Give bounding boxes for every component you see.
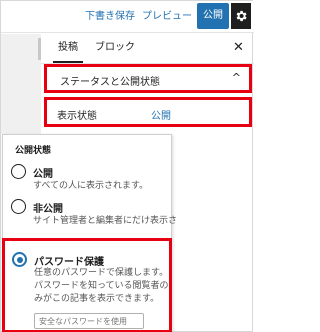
save-draft-button[interactable]: 下書き保存 (85, 7, 135, 27)
visibility-option-password-highlight: パスワード保護 任意のパスワードで保護します。パスワードを知っている閲覧者のみが… (2, 238, 172, 332)
active-tab-indicator (53, 61, 83, 63)
radio-public[interactable] (11, 164, 26, 179)
popover-title: 公開状態 (15, 146, 52, 156)
sidebar-tabs: 投稿 ブロック (41, 34, 254, 64)
radio-password[interactable] (12, 252, 27, 267)
chevron-up-icon: ^ (231, 71, 241, 84)
publish-button[interactable]: 公開 (197, 3, 229, 29)
status-visibility-panel-toggle[interactable]: ステータスと公開状態 ^ (44, 64, 252, 93)
more-vertical-icon[interactable]: ⋮ (243, 7, 255, 27)
close-icon[interactable]: ✕ (233, 40, 244, 55)
visibility-label: 表示状態 (57, 111, 97, 122)
tab-block[interactable]: ブロック (95, 38, 135, 53)
password-input[interactable] (34, 313, 144, 329)
option-description: すべての人に表示されます。 (33, 181, 149, 191)
editor-canvas-edge (1, 34, 41, 134)
visibility-row: 表示状態 公開 (44, 97, 252, 127)
panel-title: ステータスと公開状態 (60, 77, 160, 88)
option-label: パスワード保護 (34, 257, 104, 268)
option-label: 非公開 (33, 204, 63, 215)
radio-private[interactable] (11, 199, 26, 214)
tab-post[interactable]: 投稿 (58, 38, 78, 53)
option-description: サイト管理者と編集者にだけ表示さ (33, 216, 178, 226)
preview-button[interactable]: プレビュー (142, 7, 192, 27)
editor-toolbar: 下書き保存 プレビュー 公開 ⋮ (1, 1, 255, 33)
visibility-toggle-link[interactable]: 公開 (151, 107, 171, 122)
option-description: 任意のパスワードで保護します。パスワードを知っている閲覧者のみがこの記事を表示で… (34, 268, 169, 304)
option-label: 公開 (33, 169, 53, 180)
